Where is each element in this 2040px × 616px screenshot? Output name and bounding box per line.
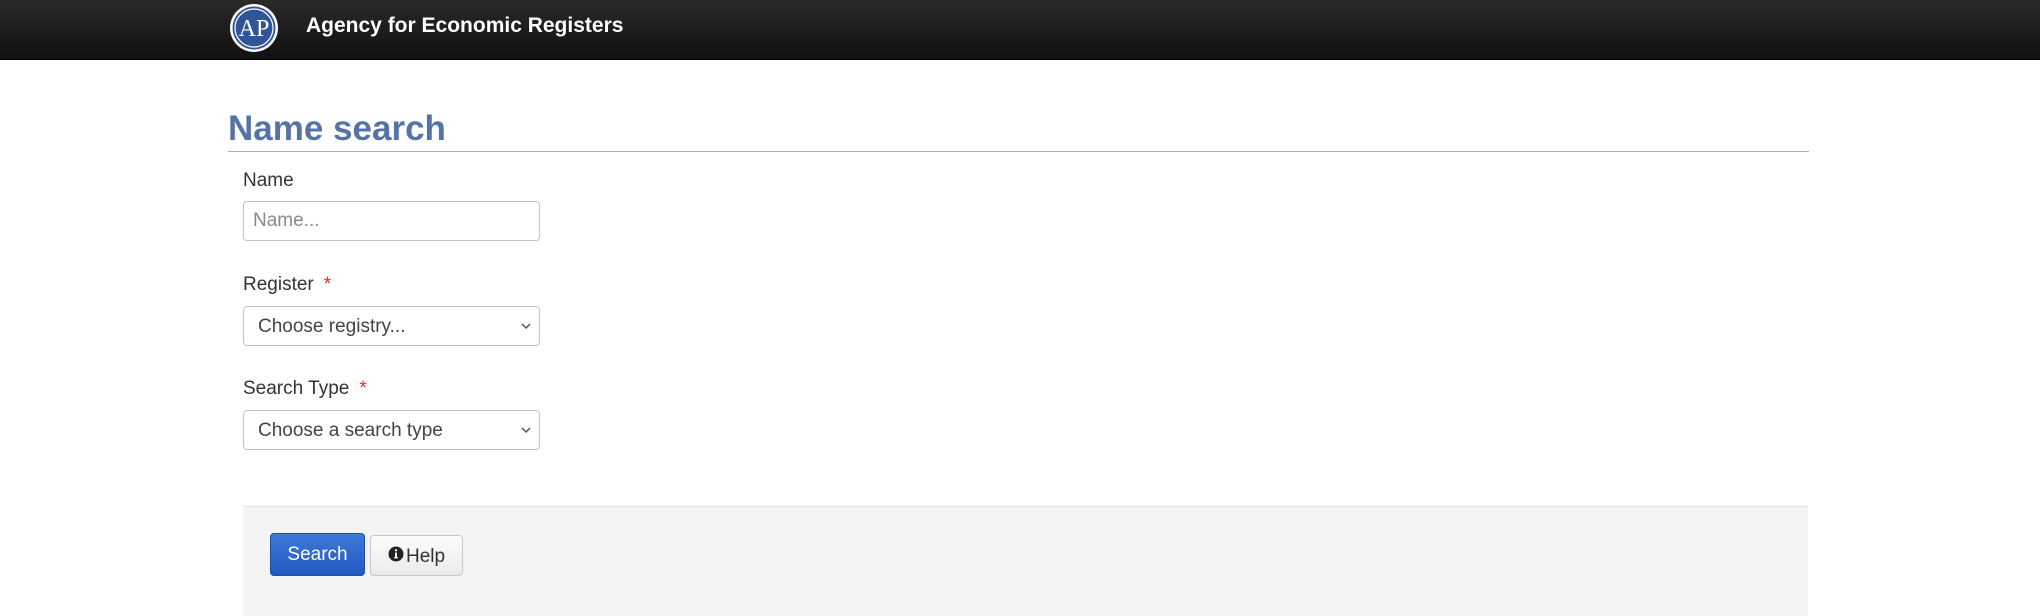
name-input[interactable]	[243, 201, 540, 241]
top-navbar: AP Agency for Economic Registers	[0, 0, 2040, 60]
register-label: Register *	[243, 273, 331, 297]
apr-logo-icon[interactable]: AP	[229, 3, 279, 53]
required-mark: *	[359, 378, 367, 399]
title-divider	[228, 151, 1809, 152]
logo-text: AP	[239, 16, 270, 42]
info-circle-icon	[388, 546, 404, 562]
register-select-value: Choose registry...	[258, 316, 406, 337]
required-mark: *	[323, 274, 332, 295]
search-button[interactable]: Search	[270, 533, 365, 576]
chevron-down-icon	[521, 323, 531, 330]
search-type-select-value: Choose a search type	[258, 420, 443, 441]
chevron-down-icon	[521, 427, 531, 434]
search-type-select[interactable]: Choose a search type	[243, 410, 540, 450]
help-button-label: Help	[406, 546, 446, 567]
register-select[interactable]: Choose registry...	[243, 306, 540, 346]
form-actions-panel	[243, 506, 1808, 616]
search-type-label: Search Type *	[243, 377, 367, 401]
search-type-label-text: Search Type	[243, 378, 350, 399]
register-label-text: Register	[243, 274, 314, 295]
name-label-text: Name	[243, 170, 294, 191]
name-label: Name	[243, 169, 294, 193]
brand-name[interactable]: Agency for Economic Registers	[306, 13, 623, 39]
help-button[interactable]: Help	[370, 535, 463, 576]
page-title: Name search	[228, 109, 446, 148]
